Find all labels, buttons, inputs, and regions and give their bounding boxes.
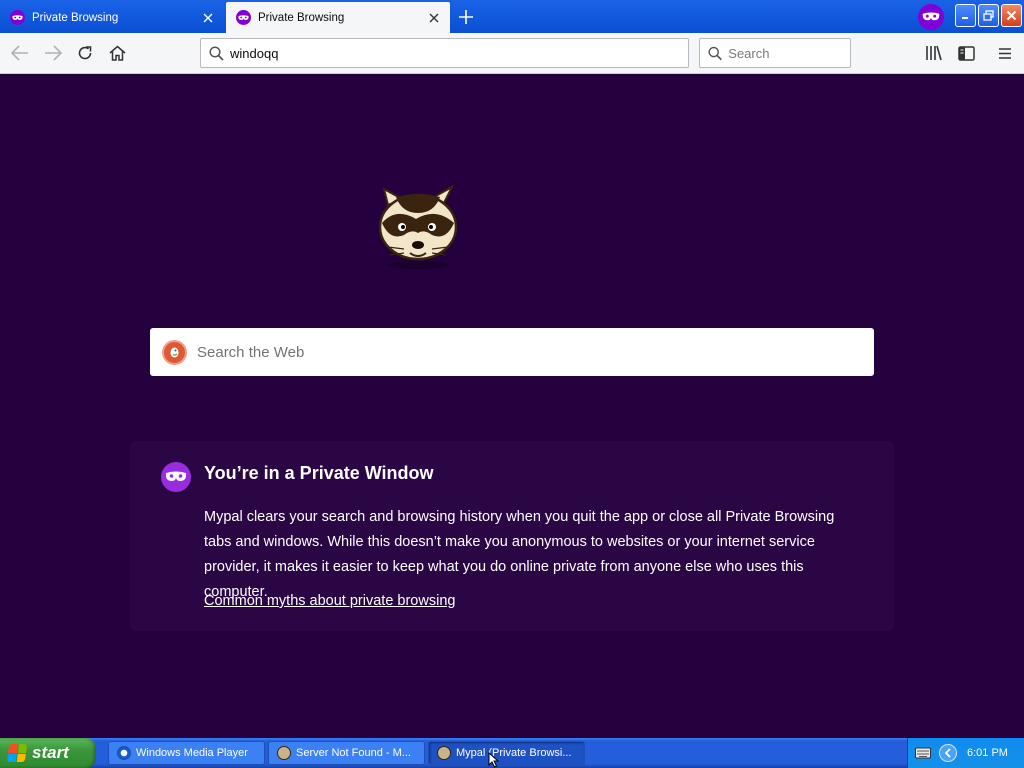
web-search-input[interactable] (197, 343, 838, 361)
back-arrow-icon (11, 45, 28, 61)
search-input[interactable] (728, 45, 850, 61)
tab-title: Private Browsing (32, 11, 119, 24)
raccoon-browser-icon (437, 746, 451, 760)
tab-strip: Private Browsing Private Browsing (0, 0, 1024, 33)
taskbar-item-label: Windows Media Player (136, 747, 248, 759)
search-icon (708, 46, 722, 60)
home-icon (109, 45, 125, 61)
minimize-button[interactable] (955, 4, 976, 27)
hamburger-menu-icon (999, 47, 1011, 59)
system-tray: 6:01 PM (907, 738, 1024, 768)
close-window-button[interactable] (1001, 4, 1022, 27)
clock: 6:01 PM (967, 747, 1008, 759)
new-tab-button[interactable] (454, 5, 478, 29)
web-search-box[interactable] (150, 328, 874, 376)
tab-close-icon[interactable] (200, 10, 216, 26)
restore-icon (983, 10, 994, 21)
tab-title: Private Browsing (258, 11, 345, 24)
library-button[interactable] (920, 39, 948, 67)
taskbar-item-windows-media-player[interactable]: Windows Media Player (108, 741, 265, 765)
tab-private-browsing-1[interactable]: Private Browsing (0, 2, 224, 33)
windows-taskbar: start Windows Media Player Server Not Fo… (0, 738, 1024, 768)
menu-button[interactable] (991, 39, 1019, 67)
taskbar-item-label: Server Not Found - M... (296, 747, 411, 759)
start-button[interactable]: start (0, 738, 96, 768)
raccoon-browser-icon (277, 746, 291, 760)
private-window-info-card: You’re in a Private Window Mypal clears … (130, 441, 894, 631)
restore-button[interactable] (978, 4, 999, 27)
private-browsing-page: You’re in a Private Window Mypal clears … (0, 75, 1024, 738)
windows-logo-icon (6, 744, 28, 762)
private-browsing-myths-link[interactable]: Common myths about private browsing (204, 593, 455, 609)
private-mask-icon (161, 462, 191, 492)
home-button[interactable] (103, 39, 131, 67)
back-button[interactable] (6, 39, 34, 67)
keyboard-icon[interactable] (915, 747, 931, 759)
forward-arrow-icon (45, 45, 62, 61)
url-bar[interactable] (200, 38, 689, 68)
private-browsing-indicator-icon (918, 4, 944, 30)
reload-button[interactable] (71, 39, 99, 67)
taskbar-item-server-not-found[interactable]: Server Not Found - M... (268, 741, 425, 765)
taskbar-item-label: Mypal (Private Browsi... (456, 747, 572, 759)
minimize-icon (962, 17, 968, 19)
raccoon-mascot-icon (366, 183, 466, 273)
media-player-icon (117, 746, 131, 760)
search-icon (209, 45, 224, 61)
close-icon (1006, 10, 1017, 21)
forward-button[interactable] (39, 39, 67, 67)
private-mask-icon (10, 10, 25, 25)
search-bar[interactable] (699, 38, 851, 68)
reload-icon (78, 46, 92, 60)
tab-private-browsing-2[interactable]: Private Browsing (226, 2, 450, 33)
navigation-toolbar (0, 33, 1024, 74)
mouse-cursor-icon (488, 752, 500, 768)
private-window-description: Mypal clears your search and browsing hi… (204, 509, 835, 600)
library-icon (926, 45, 942, 61)
private-window-heading: You’re in a Private Window (204, 463, 434, 483)
sidebar-button[interactable] (952, 39, 980, 67)
start-label: start (32, 743, 69, 762)
chevron-left-icon[interactable] (939, 744, 957, 762)
url-input[interactable] (230, 45, 662, 61)
private-mask-icon (236, 10, 251, 25)
duckduckgo-logo-icon (162, 339, 187, 365)
taskbar-item-mypal-private[interactable]: Mypal (Private Browsi... (428, 741, 585, 765)
tab-close-icon[interactable] (426, 10, 442, 26)
sidebar-icon (957, 45, 975, 61)
plus-icon (459, 10, 473, 24)
